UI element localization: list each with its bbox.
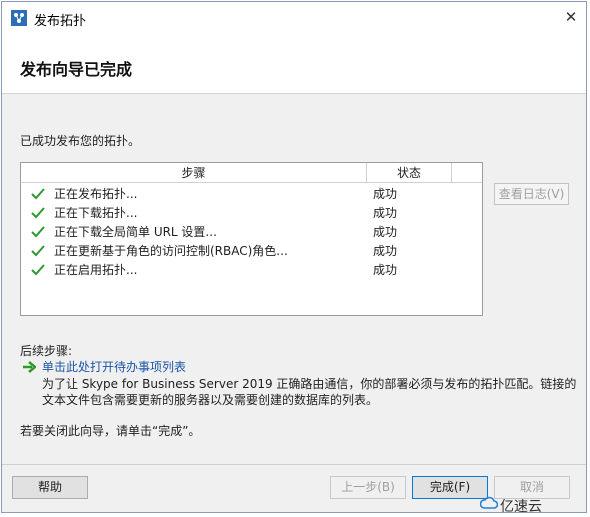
step-status: 成功 (373, 187, 398, 201)
table-header: 步骤 状态 (21, 163, 482, 183)
app-icon (11, 10, 27, 26)
page-title: 发布向导已完成 (20, 60, 133, 79)
steps-table: 步骤 状态 正在发布拓扑... 成功 正在下载拓扑... 成功 正在下载全局简单… (20, 162, 483, 316)
close-button[interactable]: ✕ (556, 2, 586, 32)
back-button[interactable]: 上一步(B) (330, 476, 406, 499)
wizard-header: 发布向导已完成 (2, 34, 586, 94)
checkmark-icon (31, 188, 45, 200)
step-status: 成功 (373, 263, 398, 277)
success-message: 已成功发布您的拓扑。 (20, 134, 141, 148)
cloud-icon (480, 496, 498, 509)
step-label: 正在发布拓扑... (54, 187, 138, 201)
publish-topology-window: 发布拓扑 ✕ 发布向导已完成 已成功发布您的拓扑。 步骤 状态 正在发布拓扑..… (1, 1, 587, 515)
close-hint: 若要关闭此向导，请单击“完成”。 (20, 424, 201, 438)
table-row: 正在发布拓扑... 成功 (21, 185, 482, 204)
finish-button[interactable]: 完成(F) (412, 476, 488, 499)
table-row: 正在下载全局简单 URL 设置... 成功 (21, 223, 482, 242)
step-status: 成功 (373, 206, 398, 220)
checkmark-icon (31, 207, 45, 219)
arrow-right-icon (23, 361, 36, 373)
step-status: 成功 (373, 244, 398, 258)
view-log-button[interactable]: 查看日志(V) (494, 183, 569, 205)
todo-description: 为了让 Skype for Business Server 2019 正确路由通… (42, 377, 577, 407)
window-title: 发布拓扑 (34, 14, 87, 29)
table-row: 正在更新基于角色的访问控制(RBAC)角色... 成功 (21, 242, 482, 261)
step-label: 正在更新基于角色的访问控制(RBAC)角色... (54, 244, 288, 258)
checkmark-icon (31, 245, 45, 257)
checkmark-icon (31, 226, 45, 238)
title-bar: 发布拓扑 ✕ (2, 2, 586, 34)
step-status: 成功 (373, 225, 398, 239)
next-steps-label: 后续步骤: (20, 344, 73, 358)
help-button[interactable]: 帮助 (12, 476, 88, 499)
step-label: 正在下载全局简单 URL 设置... (54, 225, 217, 239)
column-header-step[interactable]: 步骤 (21, 163, 367, 183)
table-row: 正在下载拓扑... 成功 (21, 204, 482, 223)
watermark-text: 亿速云 (500, 499, 542, 515)
footer-divider (2, 464, 586, 465)
table-row: 正在启用拓扑... 成功 (21, 261, 482, 280)
column-header-status[interactable]: 状态 (367, 163, 452, 183)
todo-list-link[interactable]: 单击此处打开待办事项列表 (42, 358, 186, 375)
step-label: 正在下载拓扑... (54, 206, 138, 220)
step-label: 正在启用拓扑... (54, 263, 138, 277)
checkmark-icon (31, 264, 45, 276)
